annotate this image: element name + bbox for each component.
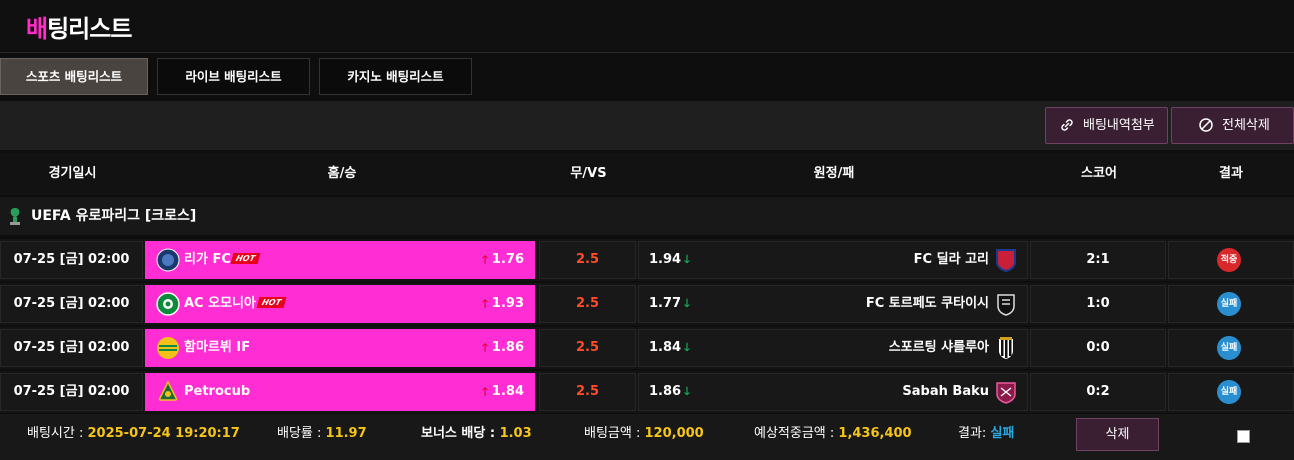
home-team-name: AC 오모니아 — [184, 296, 256, 311]
page-title: 배팅리스트 — [26, 15, 132, 43]
result-badge: 적중 — [1217, 248, 1241, 272]
attach-history-label: 배팅내역첨부 — [1083, 118, 1155, 133]
bet-time: 배팅시간 : 2025-07-24 19:20:17 — [27, 426, 240, 441]
draw-odds[interactable]: 2.5 — [539, 329, 636, 367]
bet-result: 결과: 실패 — [958, 426, 1015, 441]
table-row: 07-25 [금] 02:00 함마르뷔 IF 🡑 1.86 2.5 1.84 🡓 … — [0, 327, 1294, 369]
league-header: UEFA 유로파리그 [크로스] — [0, 197, 1294, 235]
match-date: 07-25 [금] 02:00 — [0, 285, 143, 323]
arrow-up-icon: 🡑 — [482, 385, 488, 398]
score: 1:0 — [1030, 285, 1166, 323]
result-cell: 실패 — [1168, 329, 1294, 367]
score: 0:0 — [1030, 329, 1166, 367]
arrow-up-icon: 🡑 — [482, 253, 488, 266]
arrow-down-icon: 🡓 — [684, 253, 690, 266]
hot-badge: HOT — [230, 253, 261, 264]
arrow-up-icon: 🡑 — [482, 297, 488, 310]
away-odds: 1.86 🡓 — [649, 384, 690, 399]
away-team-name: FC 딜라 고리 — [913, 252, 989, 267]
home-bet-cell[interactable]: 리가 FC HOT 🡑 1.76 — [145, 241, 535, 279]
ban-icon — [1199, 118, 1213, 132]
select-checkbox[interactable] — [1237, 430, 1250, 443]
table-header: 경기일시 홈/승 무/VS 원정/패 스코어 결과 — [0, 153, 1294, 195]
away-team-name: FC 토르페도 쿠타이시 — [865, 296, 989, 311]
bonus-rate: 보너스 배당 : 1.03 — [421, 426, 532, 441]
table-row: 07-25 [금] 02:00 Petrocub 🡑 1.84 2.5 1.86 🡓… — [0, 371, 1294, 413]
col-home: 홈/승 — [327, 166, 357, 181]
tab-casino[interactable]: 카지노 배팅리스트 — [319, 58, 472, 95]
match-date: 07-25 [금] 02:00 — [0, 329, 143, 367]
score: 0:2 — [1030, 373, 1166, 411]
attach-history-button[interactable]: 배팅내역첨부 — [1045, 107, 1168, 144]
result-cell: 실패 — [1168, 285, 1294, 323]
draw-odds[interactable]: 2.5 — [539, 373, 636, 411]
draw-odds[interactable]: 2.5 — [539, 285, 636, 323]
arrow-up-icon: 🡑 — [482, 341, 488, 354]
home-bet-cell[interactable]: Petrocub 🡑 1.84 — [145, 373, 535, 411]
expected-win-amount: 예상적중금액 : 1,436,400 — [754, 426, 912, 441]
home-bet-cell[interactable]: AC 오모니아 HOT 🡑 1.93 — [145, 285, 535, 323]
petrocub-logo-icon — [157, 380, 179, 401]
away-odds: 1.77 🡓 — [649, 296, 690, 311]
result-cell: 적중 — [1168, 241, 1294, 279]
title-bar: 배팅리스트 — [0, 0, 1294, 53]
away-odds: 1.94 🡓 — [649, 252, 690, 267]
table-row: 07-25 [금] 02:00 리가 FC HOT 🡑 1.76 2.5 1.94… — [0, 239, 1294, 281]
col-score: 스코어 — [1081, 166, 1117, 181]
away-bet-cell[interactable]: 1.86 🡓 Sabah Baku — [638, 373, 1028, 411]
away-odds: 1.84 🡓 — [649, 340, 690, 355]
arrow-down-icon: 🡓 — [684, 297, 690, 310]
away-team-name: 스포르팅 샤를루아 — [888, 340, 989, 355]
table-row: 07-25 [금] 02:00 AC 오모니아 HOT 🡑 1.93 2.5 1.… — [0, 283, 1294, 325]
result-cell: 실패 — [1168, 373, 1294, 411]
home-team-name: 함마르뷔 IF — [184, 340, 251, 355]
uefa-conference-icon — [10, 208, 20, 225]
sabah-baku-logo-icon — [996, 382, 1016, 404]
away-bet-cell[interactable]: 1.77 🡓 FC 토르페도 쿠타이시 — [638, 285, 1028, 323]
arrow-down-icon: 🡓 — [684, 385, 690, 398]
result-badge: 실패 — [1217, 336, 1241, 360]
delete-button[interactable]: 삭제 — [1076, 418, 1159, 451]
home-odds: 🡑 1.86 — [482, 340, 524, 355]
result-badge: 실패 — [1217, 380, 1241, 404]
bet-amount: 배팅금액 : 120,000 — [584, 426, 704, 441]
home-bet-cell[interactable]: 함마르뷔 IF 🡑 1.86 — [145, 329, 535, 367]
result-badge: 실패 — [1217, 292, 1241, 316]
match-date: 07-25 [금] 02:00 — [0, 373, 143, 411]
arrow-down-icon: 🡓 — [684, 341, 690, 354]
home-team-name: 리가 FC — [184, 252, 231, 267]
col-date: 경기일시 — [48, 166, 97, 181]
toolbar: 배팅내역첨부 전체삭제 — [0, 101, 1294, 150]
tab-sports[interactable]: 스포츠 배팅리스트 — [0, 58, 148, 95]
home-odds: 🡑 1.84 — [482, 384, 524, 399]
col-away: 원정/패 — [813, 166, 855, 181]
col-result: 결과 — [1219, 166, 1243, 181]
tab-live[interactable]: 라이브 배팅리스트 — [157, 58, 310, 95]
riga-fc-logo-icon — [156, 248, 180, 272]
bet-summary-footer: 배팅시간 : 2025-07-24 19:20:17 배당률 : 11.97 보… — [0, 414, 1294, 460]
match-date: 07-25 [금] 02:00 — [0, 241, 143, 279]
home-odds: 🡑 1.76 — [482, 252, 524, 267]
hammarby-logo-icon — [157, 337, 179, 359]
home-odds: 🡑 1.93 — [482, 296, 524, 311]
home-team-name: Petrocub — [184, 384, 251, 399]
charleroi-logo-icon — [999, 337, 1013, 359]
league-name: UEFA 유로파리그 [크로스] — [31, 208, 197, 224]
torpedo-kutaisi-logo-icon — [997, 294, 1015, 316]
score: 2:1 — [1030, 241, 1166, 279]
link-icon — [1061, 119, 1073, 131]
draw-odds[interactable]: 2.5 — [539, 241, 636, 279]
delete-all-label: 전체삭제 — [1222, 118, 1270, 133]
away-bet-cell[interactable]: 1.84 🡓 스포르팅 샤를루아 — [638, 329, 1028, 367]
omonia-logo-icon — [156, 292, 180, 316]
away-team-name: Sabah Baku — [902, 384, 989, 399]
dila-gori-logo-icon — [996, 249, 1016, 272]
delete-all-button[interactable]: 전체삭제 — [1171, 107, 1294, 144]
bet-rate: 배당률 : 11.97 — [277, 426, 367, 441]
away-bet-cell[interactable]: 1.94 🡓 FC 딜라 고리 — [638, 241, 1028, 279]
col-draw: 무/VS — [570, 166, 607, 181]
hot-badge: HOT — [256, 297, 287, 308]
